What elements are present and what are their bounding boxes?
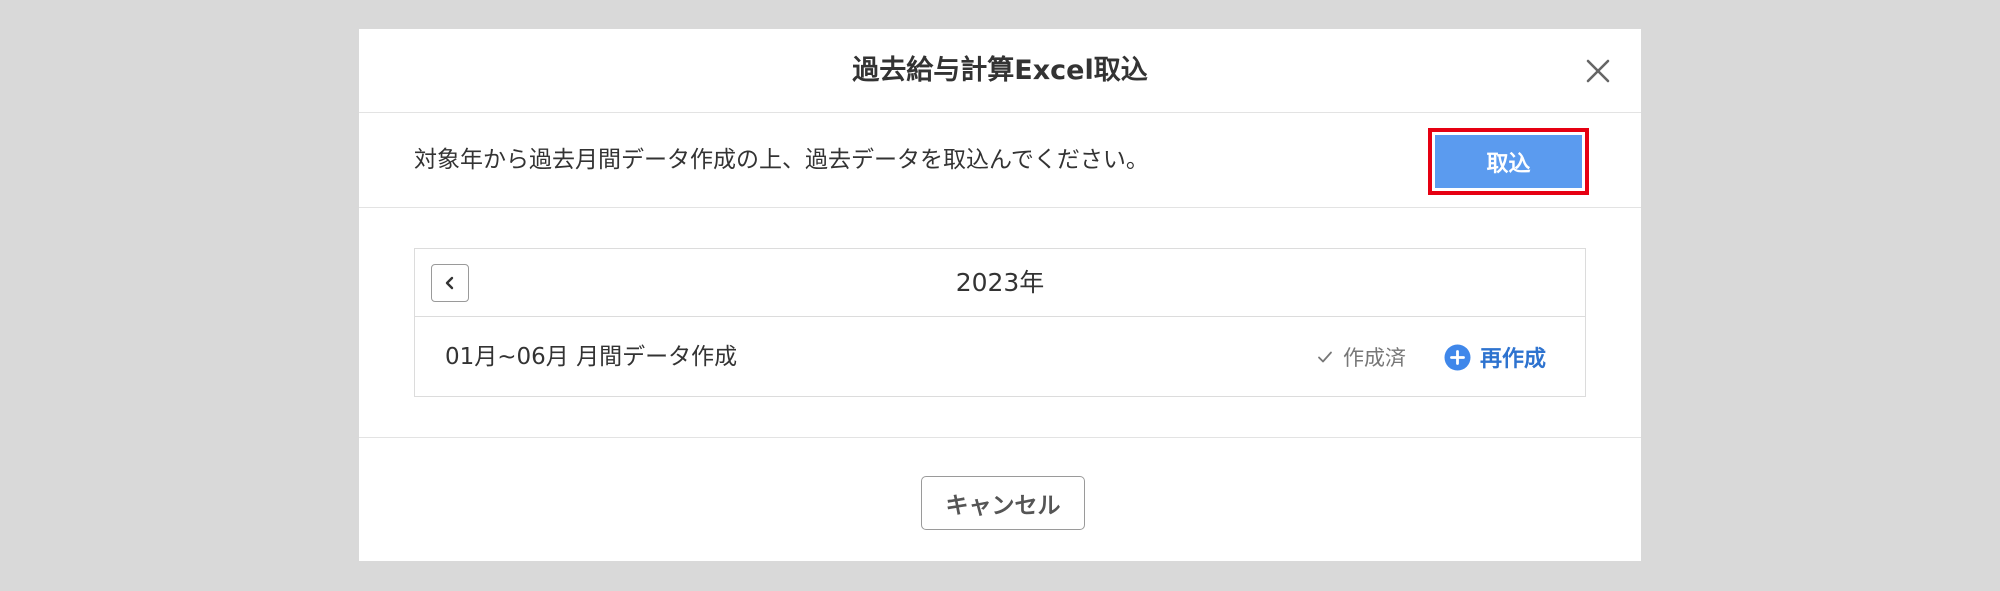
status-badge: 作成済 [1315,317,1406,397]
dialog-title: 過去給与計算Excel取込 [852,55,1148,86]
prev-year-button[interactable] [431,264,469,302]
import-button-highlight: 取込 [1428,128,1589,195]
recreate-label: 再作成 [1480,347,1547,372]
cancel-button[interactable]: キャンセル [921,476,1085,530]
check-icon [1318,351,1332,363]
close-icon [1586,59,1610,83]
info-bar: 対象年から過去月間データ作成の上、過去データを取込んでください。 取込 [359,113,1641,208]
plus-circle-icon [1444,344,1471,370]
list-item: 01月~06月 月間データ作成 作成済 再作成 [415,317,1585,397]
dialog-footer: キャンセル [359,437,1641,561]
dialog-header: 過去給与計算Excel取込 [359,29,1641,113]
close-button[interactable] [1577,50,1619,92]
chevron-left-icon [445,276,454,290]
year-label: 2023年 [955,268,1045,297]
year-panel: 2023年 01月~06月 月間データ作成 作成済 再作成 [414,248,1586,397]
status-text: 作成済 [1343,346,1406,370]
recreate-button[interactable]: 再作成 [1444,317,1546,397]
year-selector: 2023年 [415,249,1585,317]
instruction-text: 対象年から過去月間データ作成の上、過去データを取込んでください。 [414,147,1149,173]
month-range-label: 01月~06月 月間データ作成 [445,344,738,370]
import-button[interactable]: 取込 [1435,135,1582,188]
import-dialog: 過去給与計算Excel取込 対象年から過去月間データ作成の上、過去データを取込ん… [359,29,1641,561]
